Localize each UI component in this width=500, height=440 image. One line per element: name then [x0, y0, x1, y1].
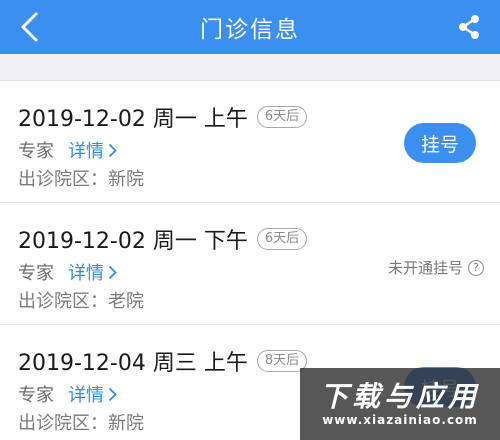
chevron-right-icon — [108, 143, 117, 157]
clinic-type: 专家 — [18, 141, 54, 162]
page-title: 门诊信息 — [200, 17, 300, 43]
detail-link[interactable]: 详情 — [68, 381, 117, 407]
type-line: 专家 详情 — [18, 259, 117, 285]
watermark-logo: 下载与应用 www.xiazainiao.com — [300, 368, 500, 440]
registration-status: 未开通挂号 ? — [388, 257, 484, 278]
back-button[interactable] — [10, 7, 50, 47]
appointment-card: 2019-12-02 周一 下午 6天后 专家 详情 出诊院区：老院 未开通挂号… — [0, 202, 500, 324]
watermark-url: www.xiazainiao.com — [322, 413, 478, 427]
campus-text: 出诊院区：新院 — [18, 169, 144, 190]
campus-text: 出诊院区：老院 — [18, 291, 144, 312]
chevron-right-icon — [108, 265, 117, 279]
detail-link[interactable]: 详情 — [68, 137, 117, 163]
type-line: 专家 详情 — [18, 137, 117, 163]
days-until-badge: 6天后 — [256, 228, 308, 250]
date-line: 2019-12-02 周一 下午 6天后 — [18, 223, 308, 255]
days-until-badge: 6天后 — [256, 106, 308, 128]
help-icon[interactable]: ? — [468, 259, 484, 276]
register-button[interactable]: 挂号 — [404, 123, 476, 163]
detail-label: 详情 — [68, 385, 104, 406]
share-button[interactable] — [452, 10, 486, 44]
date-line: 2019-12-04 周三 上午 8天后 — [18, 345, 308, 377]
detail-label: 详情 — [68, 263, 104, 284]
appointment-card: 2019-12-02 周一 上午 6天后 专家 详情 出诊院区：新院 挂号 — [0, 80, 500, 202]
date-line: 2019-12-02 周一 上午 6天后 — [18, 101, 308, 133]
chevron-right-icon — [108, 387, 117, 401]
clinic-type: 专家 — [18, 263, 54, 284]
type-line: 专家 详情 — [18, 381, 117, 407]
detail-label: 详情 — [68, 141, 104, 162]
share-icon — [459, 15, 479, 39]
chevron-left-icon — [21, 12, 38, 42]
appointment-date: 2019-12-02 周一 上午 — [18, 107, 248, 132]
campus-text: 出诊院区：新院 — [18, 413, 144, 434]
spacer — [0, 54, 500, 80]
watermark-text: 下载与应用 — [319, 380, 480, 413]
top-bar: 门诊信息 — [0, 0, 500, 54]
detail-link[interactable]: 详情 — [68, 259, 117, 285]
app-root: 门诊信息 2019-12-02 周一 上午 6天后 专家 详情 出诊院区：新院 … — [0, 0, 500, 440]
not-open-label: 未开通挂号 — [387, 259, 463, 277]
appointment-date: 2019-12-04 周三 上午 — [18, 351, 248, 376]
appointment-date: 2019-12-02 周一 下午 — [18, 229, 248, 254]
clinic-type: 专家 — [18, 385, 54, 406]
